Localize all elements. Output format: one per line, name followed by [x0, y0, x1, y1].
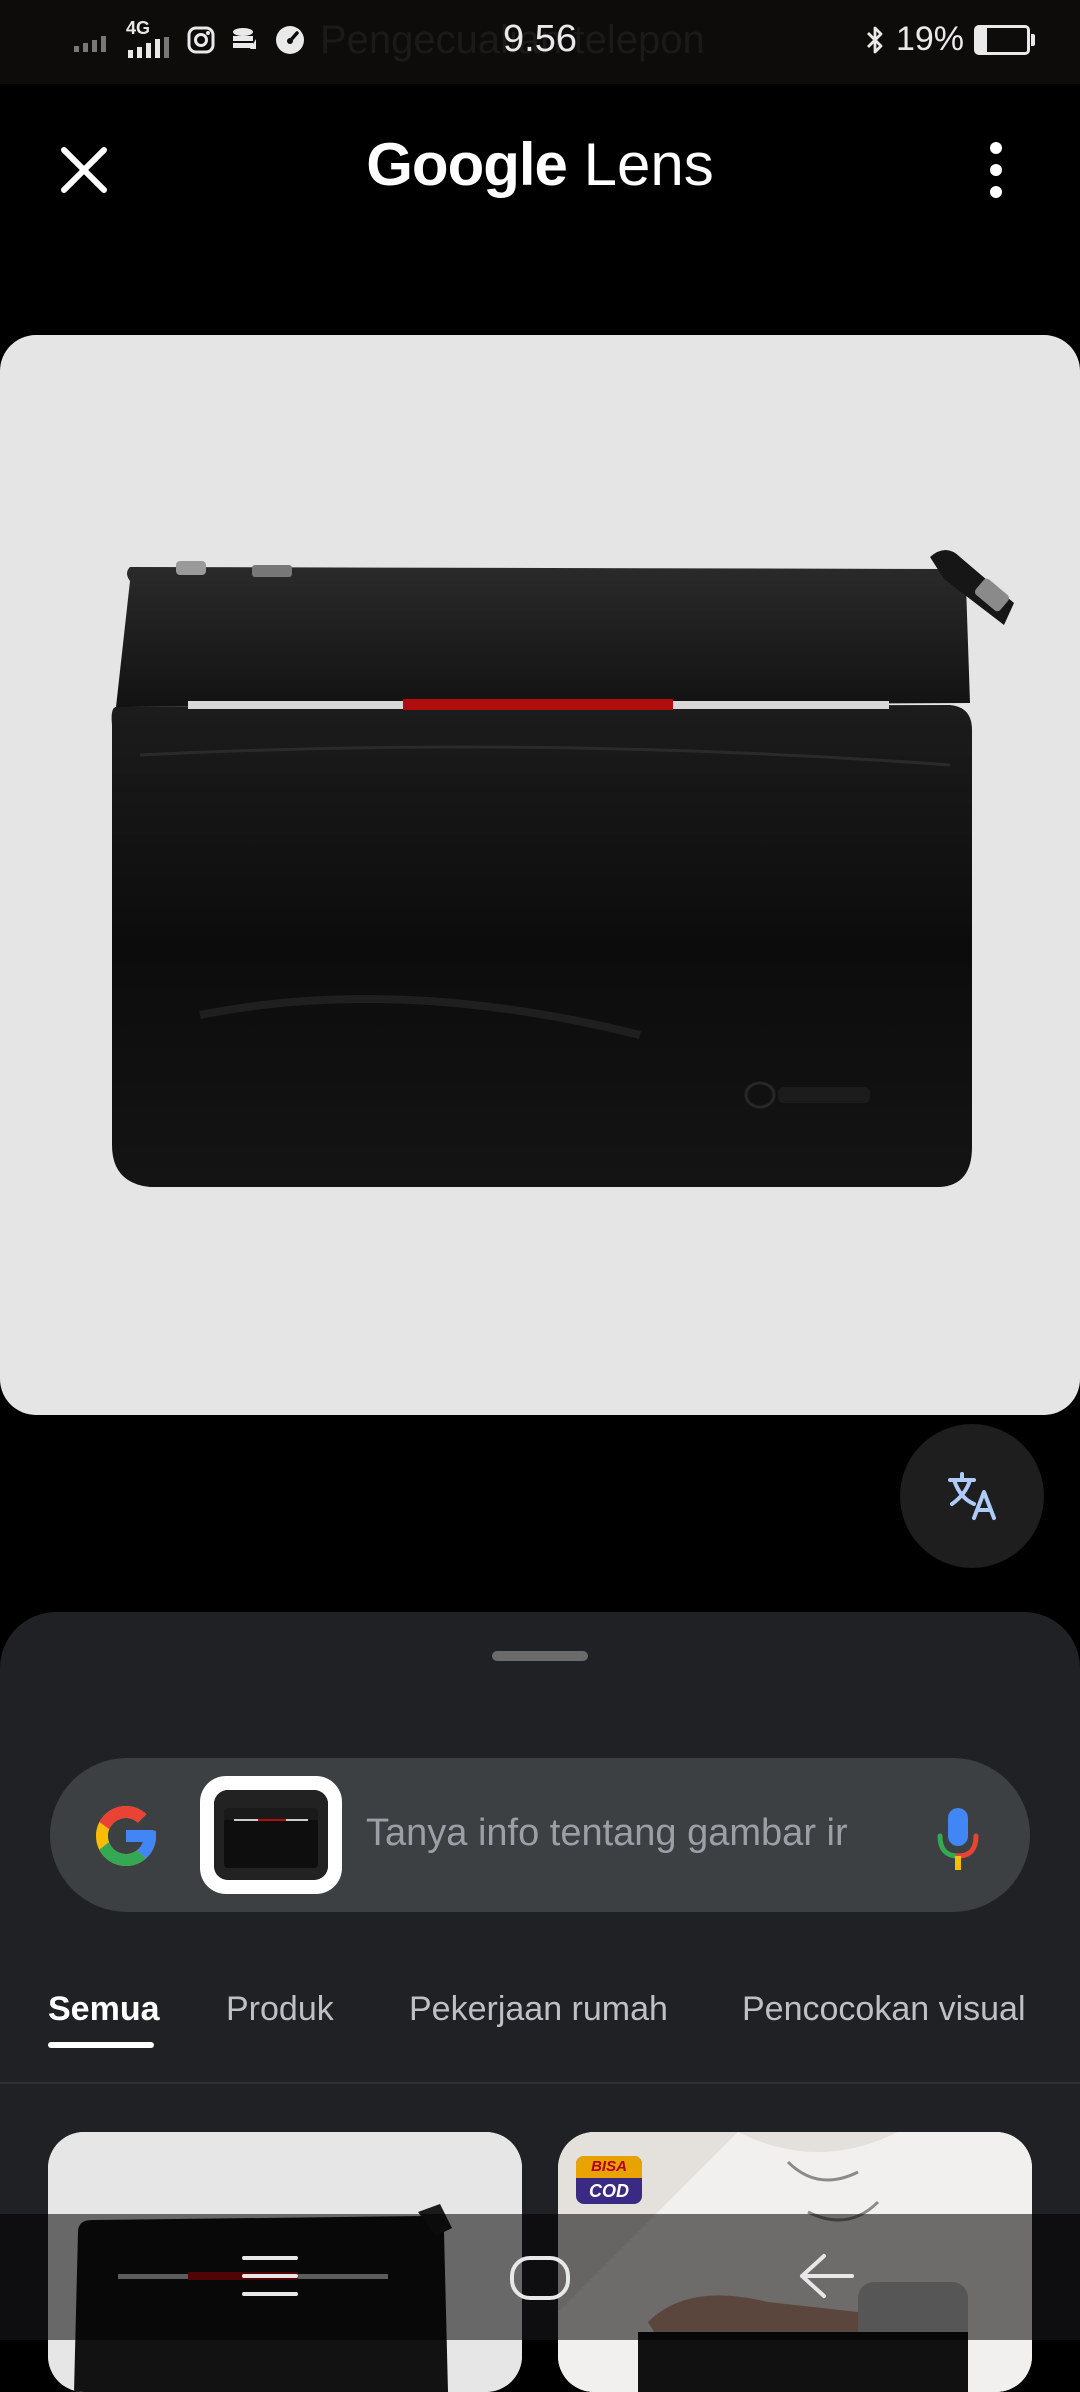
query-image-thumbnail[interactable]	[200, 1776, 342, 1894]
speed-gauge-icon	[276, 26, 304, 54]
battery-percent: 19%	[895, 20, 964, 58]
signal-weak-icon	[74, 36, 106, 52]
active-tab-indicator	[48, 2042, 154, 2048]
signal-strong-icon	[128, 37, 169, 58]
tab-pencocokan-visual[interactable]: Pencocokan visual	[742, 1990, 1026, 2029]
crop-corner-top-left[interactable]	[0, 335, 70, 405]
google-g-icon[interactable]	[90, 1800, 162, 1872]
tab-pekerjaan-rumah[interactable]: Pekerjaan rumah	[409, 1990, 668, 2029]
sheet-drag-handle[interactable]	[492, 1651, 588, 1661]
results-tabs: Semua Produk Pekerjaan rumah Pencocokan …	[0, 1970, 1080, 2084]
battery-level	[977, 27, 987, 52]
thumbnail-bag	[214, 1790, 328, 1880]
network-4g-icon: 4G	[126, 18, 172, 60]
mic-icon[interactable]	[934, 1804, 982, 1876]
translate-button[interactable]	[900, 1424, 1044, 1568]
back-icon[interactable]	[796, 2250, 856, 2302]
crop-corner-bottom-left[interactable]	[0, 1345, 70, 1415]
status-indicators: 4G	[72, 18, 306, 60]
translate-icon	[948, 1472, 996, 1520]
thumbnail-image	[214, 1790, 328, 1880]
battery-icon	[974, 24, 1035, 55]
home-icon[interactable]	[508, 2254, 572, 2302]
instagram-icon	[187, 26, 215, 54]
title-lens: Lens	[583, 131, 714, 198]
search-input[interactable]: Tanya info tentang gambar ir	[366, 1812, 866, 1855]
bluetooth-icon	[866, 26, 883, 53]
more-vert-icon[interactable]	[976, 140, 1016, 200]
tab-semua[interactable]: Semua	[48, 1990, 160, 2029]
title-google: Google	[366, 131, 568, 198]
database-icon	[233, 28, 256, 49]
product-image	[111, 550, 1014, 1187]
app-title: Google Lens	[0, 130, 1080, 199]
crop-corner-bottom-right[interactable]	[1010, 1345, 1080, 1415]
cod-badge-top: BISA	[576, 2156, 642, 2178]
crop-corner-top-right[interactable]	[1010, 335, 1080, 405]
tab-produk[interactable]: Produk	[226, 1990, 334, 2029]
cod-badge-bottom: COD	[589, 2181, 629, 2201]
menu-icon[interactable]	[240, 2254, 300, 2298]
lens-image[interactable]	[0, 335, 1080, 1415]
cod-badge: BISA COD	[576, 2156, 642, 2204]
status-right: 19%	[864, 20, 1035, 59]
